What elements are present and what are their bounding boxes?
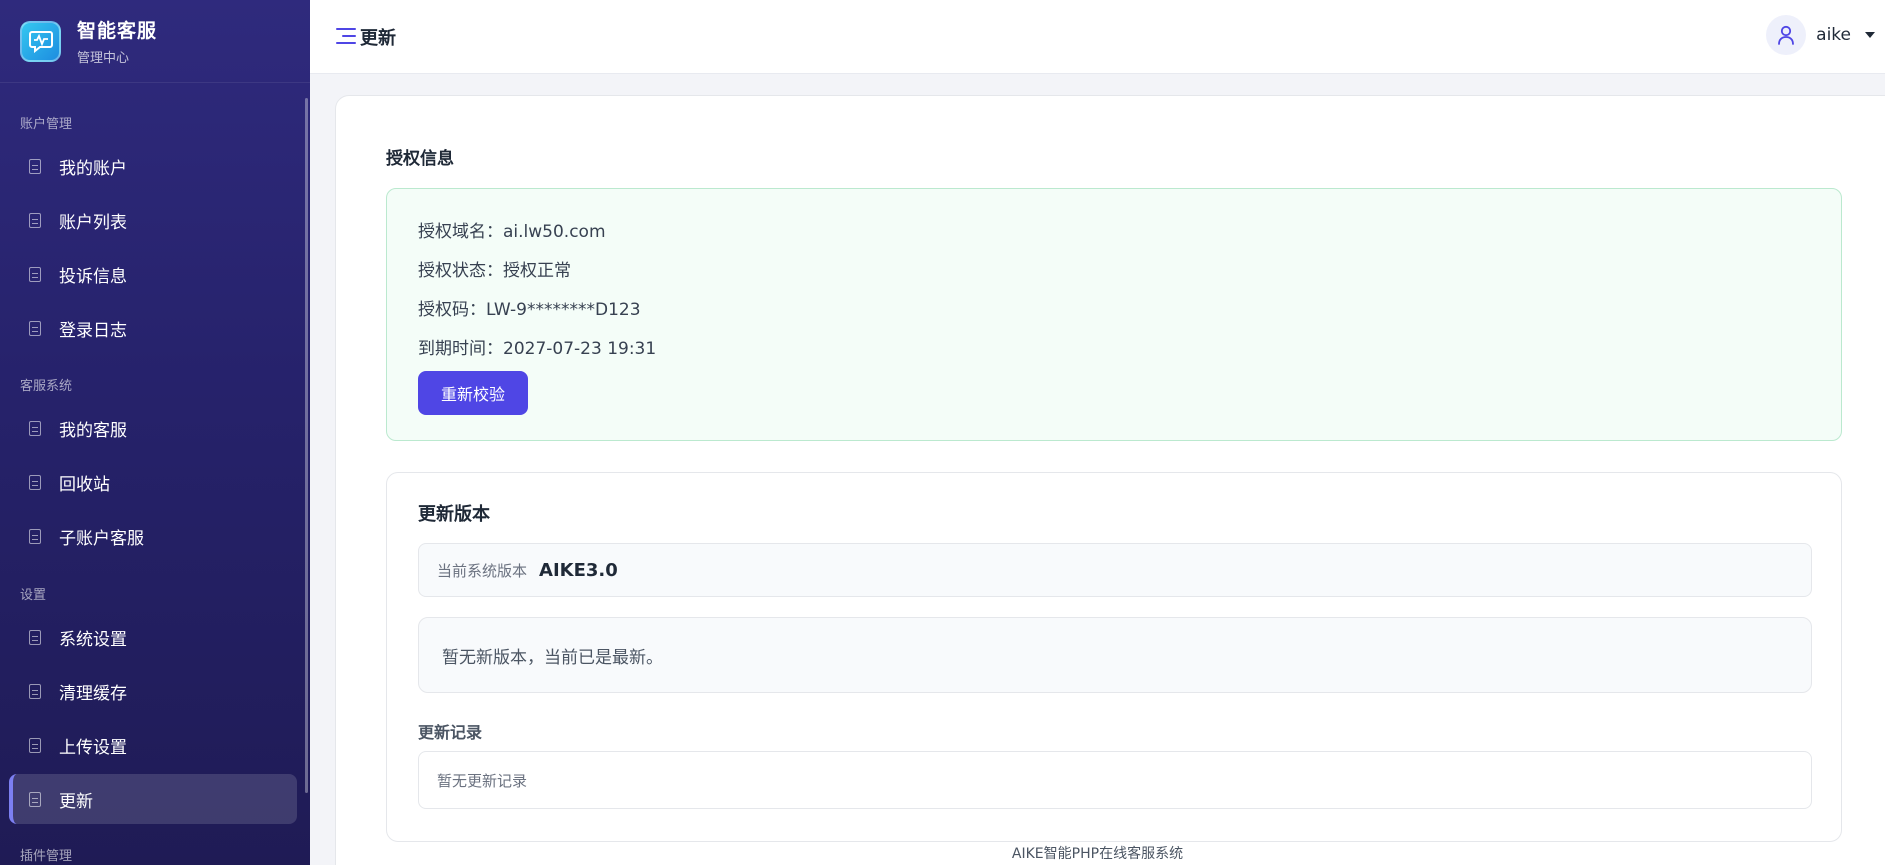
license-section-title: 授权信息 — [386, 149, 454, 169]
sidebar-item-label: 我的账户 — [59, 158, 127, 179]
document-icon — [29, 737, 41, 753]
document-icon — [29, 528, 41, 544]
license-info-panel: 授权域名：ai.lw50.com 授权状态：授权正常 授权码：LW-9*****… — [386, 188, 1842, 441]
update-log-title: 更新记录 — [418, 723, 483, 742]
sidebar-item-my-account[interactable]: 我的账户 — [9, 141, 297, 191]
document-icon — [29, 420, 41, 436]
top-header: 更新 aike — [310, 0, 1885, 74]
sidebar-item-my-service[interactable]: 我的客服 — [9, 403, 297, 453]
user-icon — [1766, 15, 1807, 55]
content-card: 授权信息 授权域名：ai.lw50.com 授权状态：授权正常 授权码：LW-9… — [335, 95, 1885, 865]
recheck-button[interactable]: 重新校验 — [418, 371, 528, 415]
license-domain-row: 授权域名：ai.lw50.com — [418, 217, 606, 242]
brand-subtitle: 管理中心 — [77, 51, 130, 66]
sidebar-item-upload-settings[interactable]: 上传设置 — [9, 720, 297, 770]
document-icon — [29, 320, 41, 336]
sidebar-item-label: 上传设置 — [59, 737, 127, 758]
no-update-notice: 暂无新版本，当前已是最新。 — [418, 617, 1812, 693]
license-status-label: 授权状态： — [418, 261, 503, 281]
sidebar-item-account-list[interactable]: 账户列表 — [9, 195, 297, 245]
license-domain-label: 授权域名： — [418, 222, 503, 242]
document-icon — [29, 629, 41, 645]
license-status-value: 授权正常 — [503, 261, 571, 281]
sidebar-item-system-settings[interactable]: 系统设置 — [9, 612, 297, 662]
sidebar-item-update[interactable]: 更新 — [9, 774, 297, 824]
license-code-row: 授权码：LW-9********D123 — [418, 295, 641, 320]
sidebar-item-label: 子账户客服 — [59, 528, 144, 549]
sidebar-item-label: 投诉信息 — [59, 266, 127, 287]
sidebar: 智能客服 管理中心 账户管理 我的账户 账户列表 投诉信息 登录日志 客服系统 … — [0, 0, 310, 865]
section-label-settings: 设置 — [20, 588, 47, 603]
sidebar-item-label: 系统设置 — [59, 629, 127, 650]
menu-icon[interactable] — [336, 28, 356, 44]
sidebar-item-label: 回收站 — [59, 474, 110, 495]
caret-down-icon — [1865, 32, 1875, 38]
page-title: 更新 — [360, 28, 396, 49]
sidebar-item-recycle-bin[interactable]: 回收站 — [9, 457, 297, 507]
user-name: aike — [1816, 25, 1851, 45]
section-label-plugins: 插件管理 — [20, 849, 73, 864]
sidebar-item-sub-account-service[interactable]: 子账户客服 — [9, 511, 297, 561]
license-expire-row: 到期时间：2027-07-23 19:31 — [418, 334, 656, 359]
document-icon — [29, 791, 41, 807]
sidebar-item-label: 我的客服 — [59, 420, 127, 441]
current-version-label: 当前系统版本 — [437, 561, 528, 580]
footer-text: AIKE智能PHP在线客服系统 — [1011, 846, 1184, 862]
sidebar-item-complaints[interactable]: 投诉信息 — [9, 249, 297, 299]
document-icon — [29, 474, 41, 490]
user-menu[interactable]: aike — [1766, 15, 1875, 55]
license-code-label: 授权码： — [418, 300, 486, 320]
sidebar-item-clear-cache[interactable]: 清理缓存 — [9, 666, 297, 716]
license-code-value: LW-9********D123 — [486, 300, 641, 320]
sidebar-item-label: 登录日志 — [59, 320, 127, 341]
license-domain-value: ai.lw50.com — [503, 222, 606, 242]
sidebar-item-label: 更新 — [59, 791, 93, 812]
update-panel: 更新版本 当前系统版本 AIKE3.0 暂无新版本，当前已是最新。 更新记录 暂… — [386, 472, 1842, 842]
license-expire-label: 到期时间： — [418, 339, 503, 359]
brand[interactable]: 智能客服 管理中心 — [0, 0, 310, 83]
document-icon — [29, 266, 41, 282]
update-section-title: 更新版本 — [418, 504, 490, 525]
document-icon — [29, 158, 41, 174]
update-log-empty: 暂无更新记录 — [418, 751, 1812, 809]
current-version-value: AIKE3.0 — [539, 559, 618, 581]
current-version-bar: 当前系统版本 AIKE3.0 — [418, 543, 1812, 597]
section-label-account: 账户管理 — [20, 117, 73, 132]
section-label-service: 客服系统 — [20, 379, 73, 394]
brand-logo-icon — [20, 20, 61, 62]
brand-title: 智能客服 — [77, 20, 158, 42]
sidebar-item-label: 清理缓存 — [59, 683, 127, 704]
license-status-row: 授权状态：授权正常 — [418, 256, 571, 281]
document-icon — [29, 683, 41, 699]
sidebar-item-login-log[interactable]: 登录日志 — [9, 303, 297, 353]
sidebar-scrollbar[interactable] — [305, 98, 308, 793]
sidebar-item-label: 账户列表 — [59, 212, 127, 233]
document-icon — [29, 212, 41, 228]
license-expire-value: 2027-07-23 19:31 — [503, 339, 657, 359]
